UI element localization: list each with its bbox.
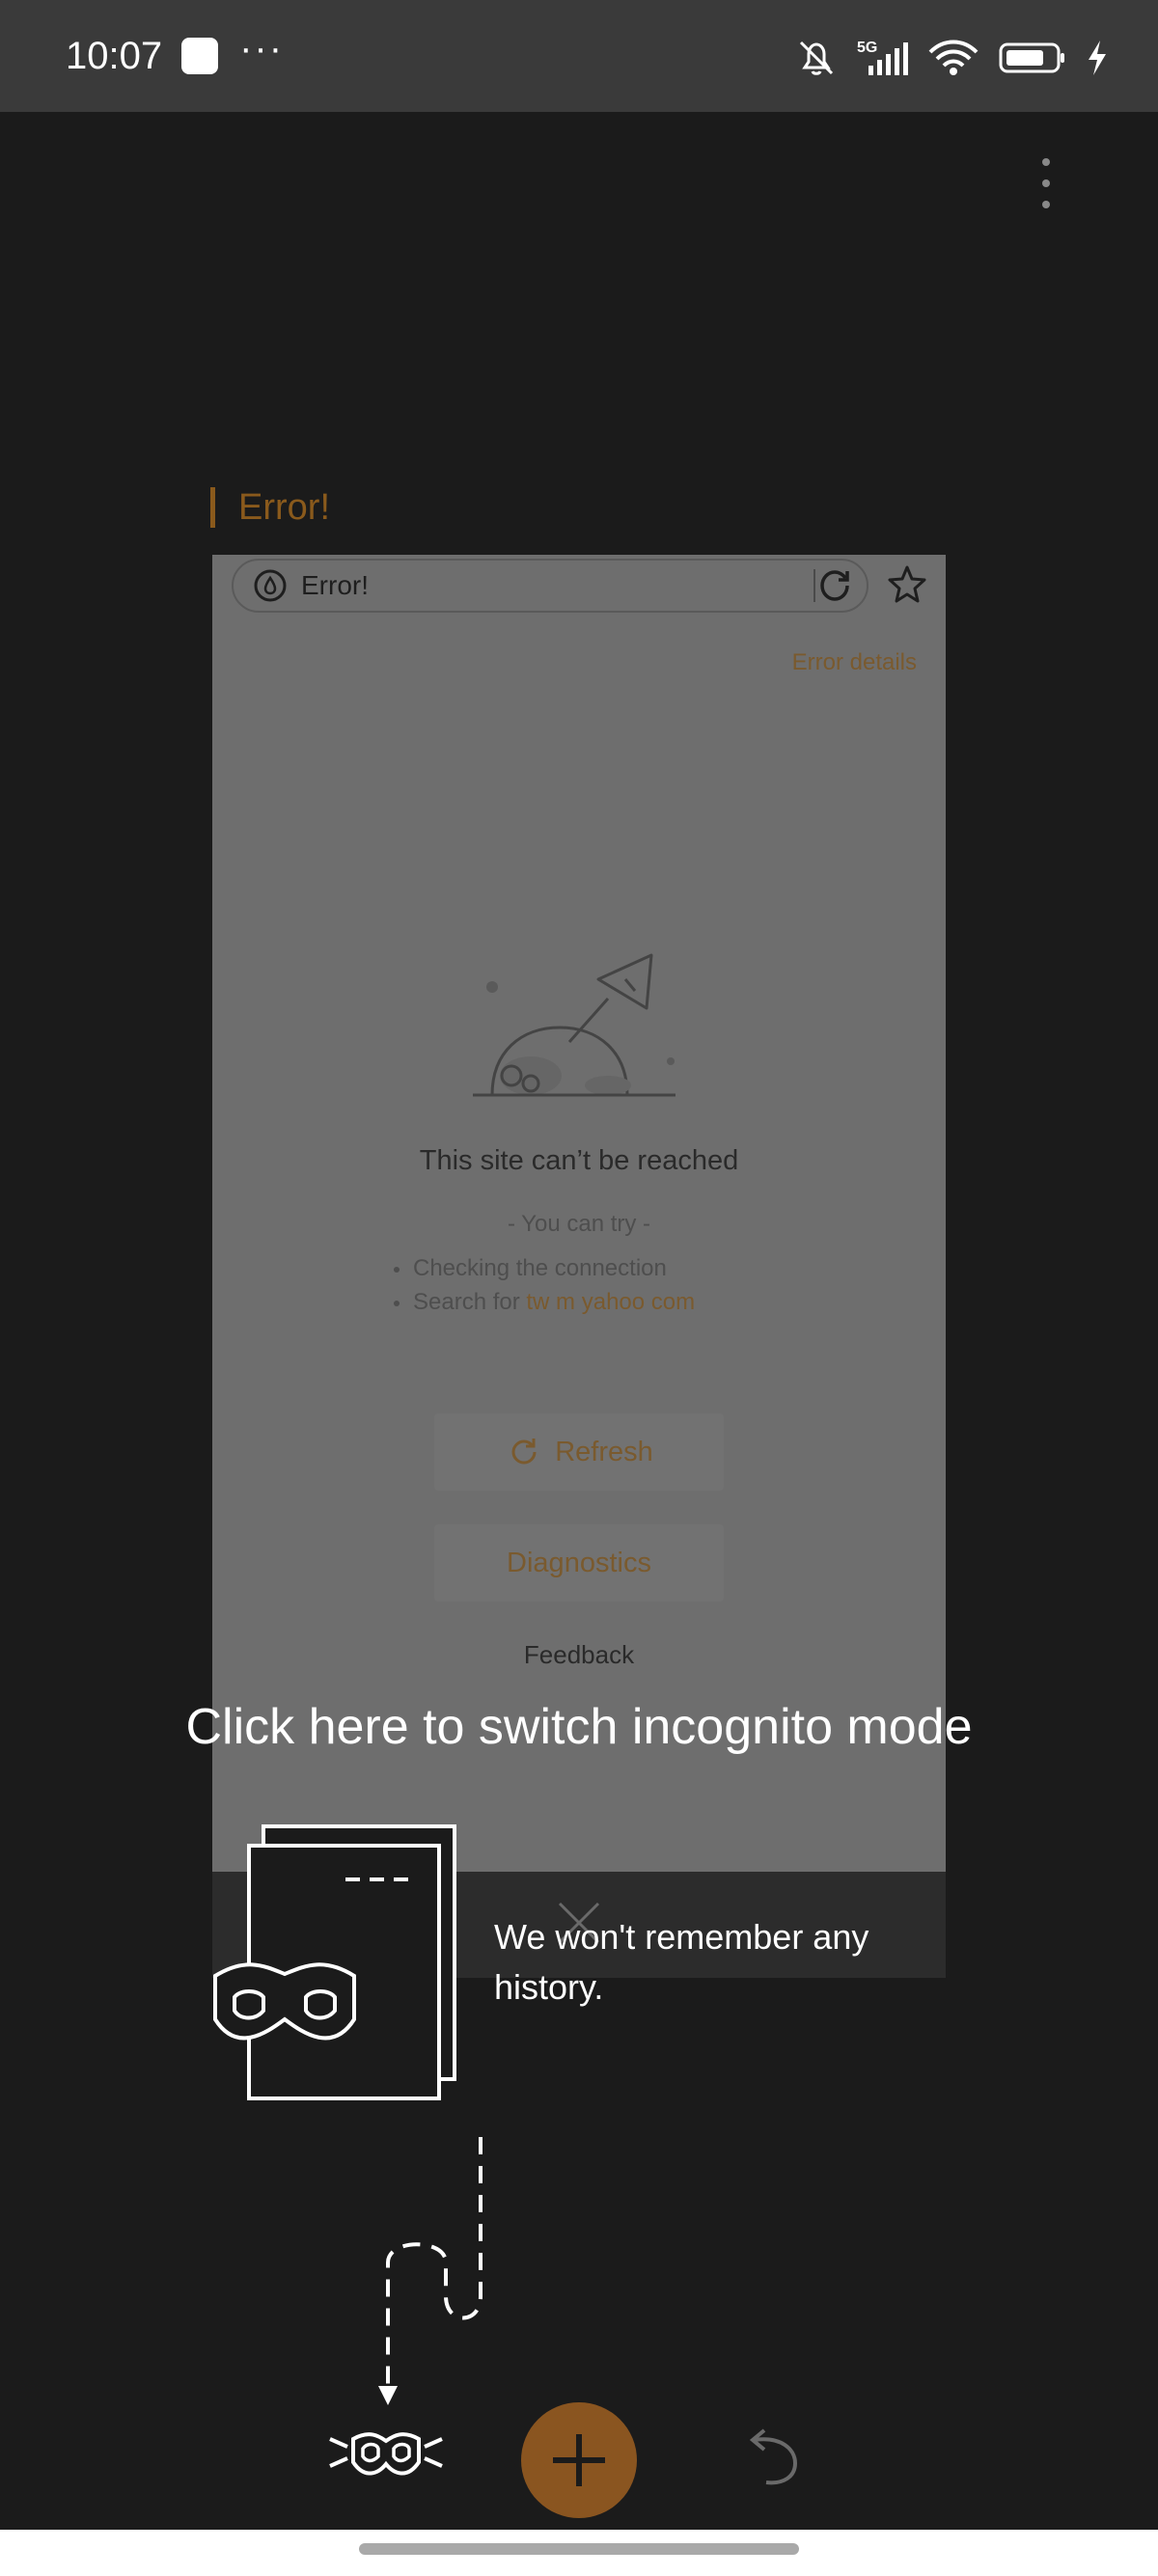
broken-planet-icon [473,953,676,1097]
site-info-icon [254,569,287,602]
more-options-icon[interactable] [1040,156,1052,210]
battery-icon [999,42,1064,73]
tip-item: Checking the connection [394,1251,695,1285]
tab-preview-card[interactable]: Error! Error details This site can’t be … [212,555,946,1978]
feedback-link: Feedback [523,1640,635,1669]
incognito-tabs-illustration [213,1824,456,2100]
tips-list: Checking the connection Search for tw m … [394,1251,695,1319]
square-notification-icon [181,38,219,74]
coach-arrow-icon [378,2137,482,2405]
status-time: 10:07 [66,34,163,77]
reload-icon [813,569,849,602]
coach-mark-description: We won't remember any history. [494,1917,869,2007]
undo-close-button[interactable] [743,2426,801,2488]
you-can-try-label: - You can try - [507,1211,651,1237]
incognito-mode-button[interactable] [326,2420,446,2487]
refresh-button: Refresh [434,1413,724,1491]
refresh-label: Refresh [555,1436,653,1467]
wifi-icon [928,40,979,75]
home-indicator[interactable] [359,2543,799,2555]
address-bar: Error! [232,559,868,613]
new-tab-button[interactable] [521,2402,637,2518]
tab-title[interactable]: Error! [210,487,330,528]
tab-title-label: Error! [238,486,330,528]
url-text: Error! [301,570,369,600]
status-bar: 10:07 ··· 5G [0,0,1158,112]
search-link: tw m yahoo com [526,1289,696,1315]
bookmark-star-icon [888,565,926,603]
signal-icon: 5G [857,40,908,75]
tip-item: Search for tw m yahoo com [394,1285,695,1319]
refresh-icon [511,1439,537,1465]
network-type-label: 5G [857,40,877,56]
diagnostics-label: Diagnostics [507,1547,651,1578]
diagnostics-button: Diagnostics [434,1524,724,1602]
more-notifications-icon: ··· [239,26,285,69]
charging-icon [1089,41,1106,75]
coach-mark-title: Click here to switch incognito mode [185,1699,973,1755]
error-headline: This site can’t be reached [419,1145,739,1176]
plus-icon [553,2434,605,2486]
incognito-icon [329,2432,443,2476]
tab-title-marker [210,487,215,528]
error-details-link: Error details [791,649,917,675]
bell-muted-icon [799,41,834,75]
undo-icon [749,2428,798,2485]
status-icons: 5G [795,37,1110,79]
